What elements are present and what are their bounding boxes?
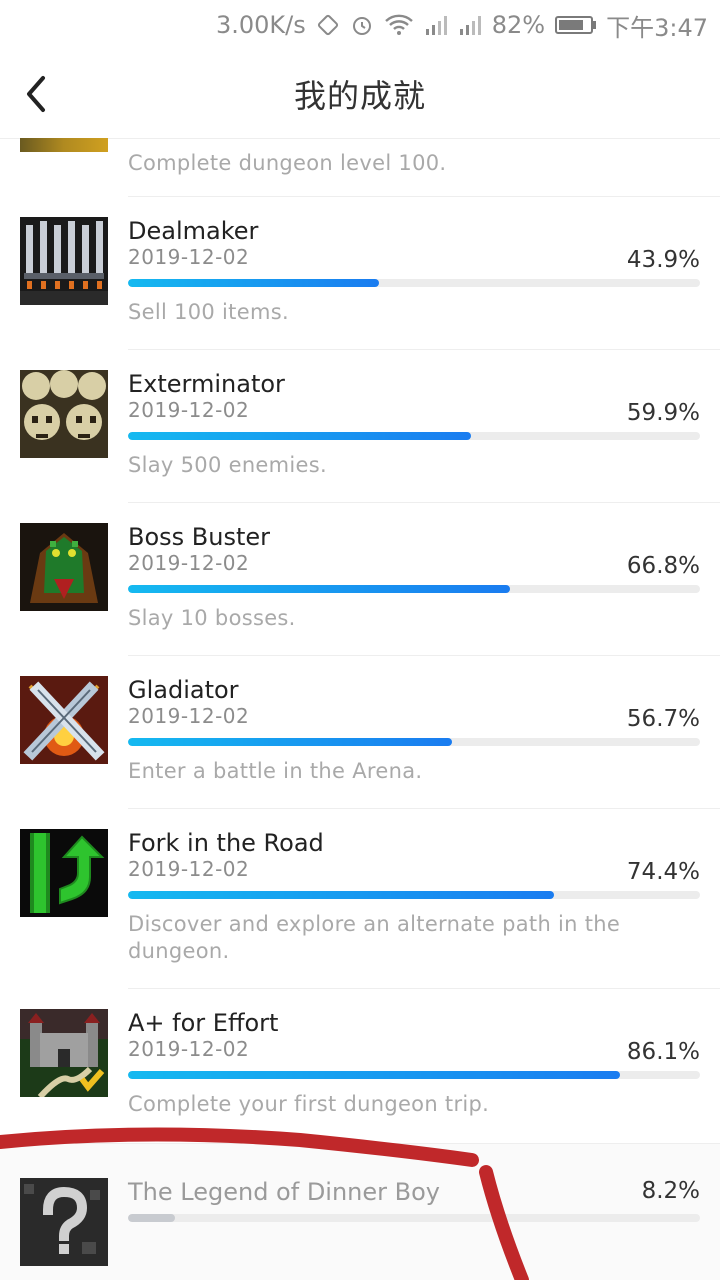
achievement-percent: 86.1% xyxy=(626,1039,700,1065)
progress-track xyxy=(128,738,700,746)
progress-fill xyxy=(128,279,380,287)
list-item[interactable]: Boss Buster 2019-12-02 66.8% Slay 10 bos… xyxy=(0,503,720,656)
battery-percent: 82% xyxy=(491,11,546,39)
chevron-left-icon xyxy=(27,76,45,112)
achievement-name: Exterminator xyxy=(128,370,285,398)
achievement-name: Fork in the Road xyxy=(128,829,324,857)
crossed-swords-icon xyxy=(20,676,108,764)
list-item[interactable]: Gladiator 2019-12-02 56.7% Enter a battl… xyxy=(0,656,720,809)
wifi-icon xyxy=(384,13,414,37)
achievement-percent: 56.7% xyxy=(626,706,700,732)
progress-fill xyxy=(128,891,554,899)
question-mark-icon xyxy=(20,1178,108,1266)
progress-fill xyxy=(128,585,511,593)
achievement-description: Enter a battle in the Arena. xyxy=(128,759,423,783)
achievement-name: Gladiator xyxy=(128,676,239,704)
signal-icon xyxy=(424,13,448,37)
battery-icon xyxy=(555,16,594,34)
clock: 下午3:47 xyxy=(606,13,708,42)
signal-icon xyxy=(458,13,482,37)
achievement-percent: 66.8% xyxy=(626,553,700,579)
network-speed: 3.00K/s xyxy=(215,11,306,39)
achievement-name: A+ for Effort xyxy=(128,1009,279,1037)
achievement-name: Boss Buster xyxy=(128,523,271,551)
dragon-icon xyxy=(20,523,108,611)
battery-tip xyxy=(593,21,597,29)
progress-fill xyxy=(128,1214,175,1222)
progress-fill xyxy=(128,738,453,746)
list-item[interactable]: Fork in the Road 2019-12-02 74.4% Discov… xyxy=(0,809,720,989)
app-header: 我的成就 xyxy=(0,50,720,139)
list-item[interactable]: Complete dungeon level 100. xyxy=(20,138,720,197)
status-bar: 3.00K/s 82% 下午3:47 xyxy=(0,0,720,50)
list-item[interactable]: Dealmaker 2019-12-02 43.9% Sell 100 item… xyxy=(0,197,720,350)
achievement-description: Discover and explore an alternate path i… xyxy=(128,912,621,963)
achievement-date: 2019-12-02 xyxy=(128,551,250,575)
achievement-percent: 8.2% xyxy=(641,1178,700,1204)
skulls-icon xyxy=(20,370,108,458)
progress-track xyxy=(128,585,700,593)
list-item[interactable]: A+ for Effort 2019-12-02 86.1% Complete … xyxy=(0,989,720,1143)
rotation-lock-icon xyxy=(316,13,340,37)
castle-icon xyxy=(20,1009,108,1097)
progress-track xyxy=(128,1071,700,1079)
fork-arrow-icon xyxy=(20,829,108,917)
list-item[interactable]: Exterminator 2019-12-02 59.9% Slay 500 e… xyxy=(0,350,720,503)
achievement-date: 2019-12-02 xyxy=(128,245,250,269)
achievement-date: 2019-12-02 xyxy=(128,857,250,881)
achievement-date: 2019-12-02 xyxy=(128,1037,250,1061)
back-button[interactable] xyxy=(14,72,58,116)
progress-track xyxy=(128,279,700,287)
locked-list-item[interactable]: The Legend of Dinner Boy 8.2% xyxy=(0,1143,720,1280)
progress-track xyxy=(128,432,700,440)
achievement-date: 2019-12-02 xyxy=(128,704,250,728)
achievement-percent: 74.4% xyxy=(626,859,700,885)
achievement-percent: 43.9% xyxy=(626,247,700,273)
dungeon-icon xyxy=(20,138,108,152)
achievement-description: Complete dungeon level 100. xyxy=(128,151,447,175)
progress-track xyxy=(128,1214,700,1222)
progress-fill xyxy=(128,432,471,440)
achievement-percent: 59.9% xyxy=(626,400,700,426)
progress-track xyxy=(128,891,700,899)
achievement-list[interactable]: Complete dungeon level 100. Dealmaker 20… xyxy=(0,138,720,1280)
progress-fill xyxy=(128,1071,621,1079)
achievement-description: Slay 500 enemies. xyxy=(128,453,327,477)
achievement-date: 2019-12-02 xyxy=(128,398,250,422)
page-title: 我的成就 xyxy=(293,77,426,115)
swords-rack-icon xyxy=(20,217,108,305)
achievement-description: Complete your first dungeon trip. xyxy=(128,1092,490,1116)
achievement-description: Sell 100 items. xyxy=(128,300,289,324)
achievement-name: Dealmaker xyxy=(128,217,259,245)
achievement-description: Slay 10 bosses. xyxy=(128,606,296,630)
achievement-name: The Legend of Dinner Boy xyxy=(128,1178,440,1206)
alarm-icon xyxy=(350,13,374,37)
